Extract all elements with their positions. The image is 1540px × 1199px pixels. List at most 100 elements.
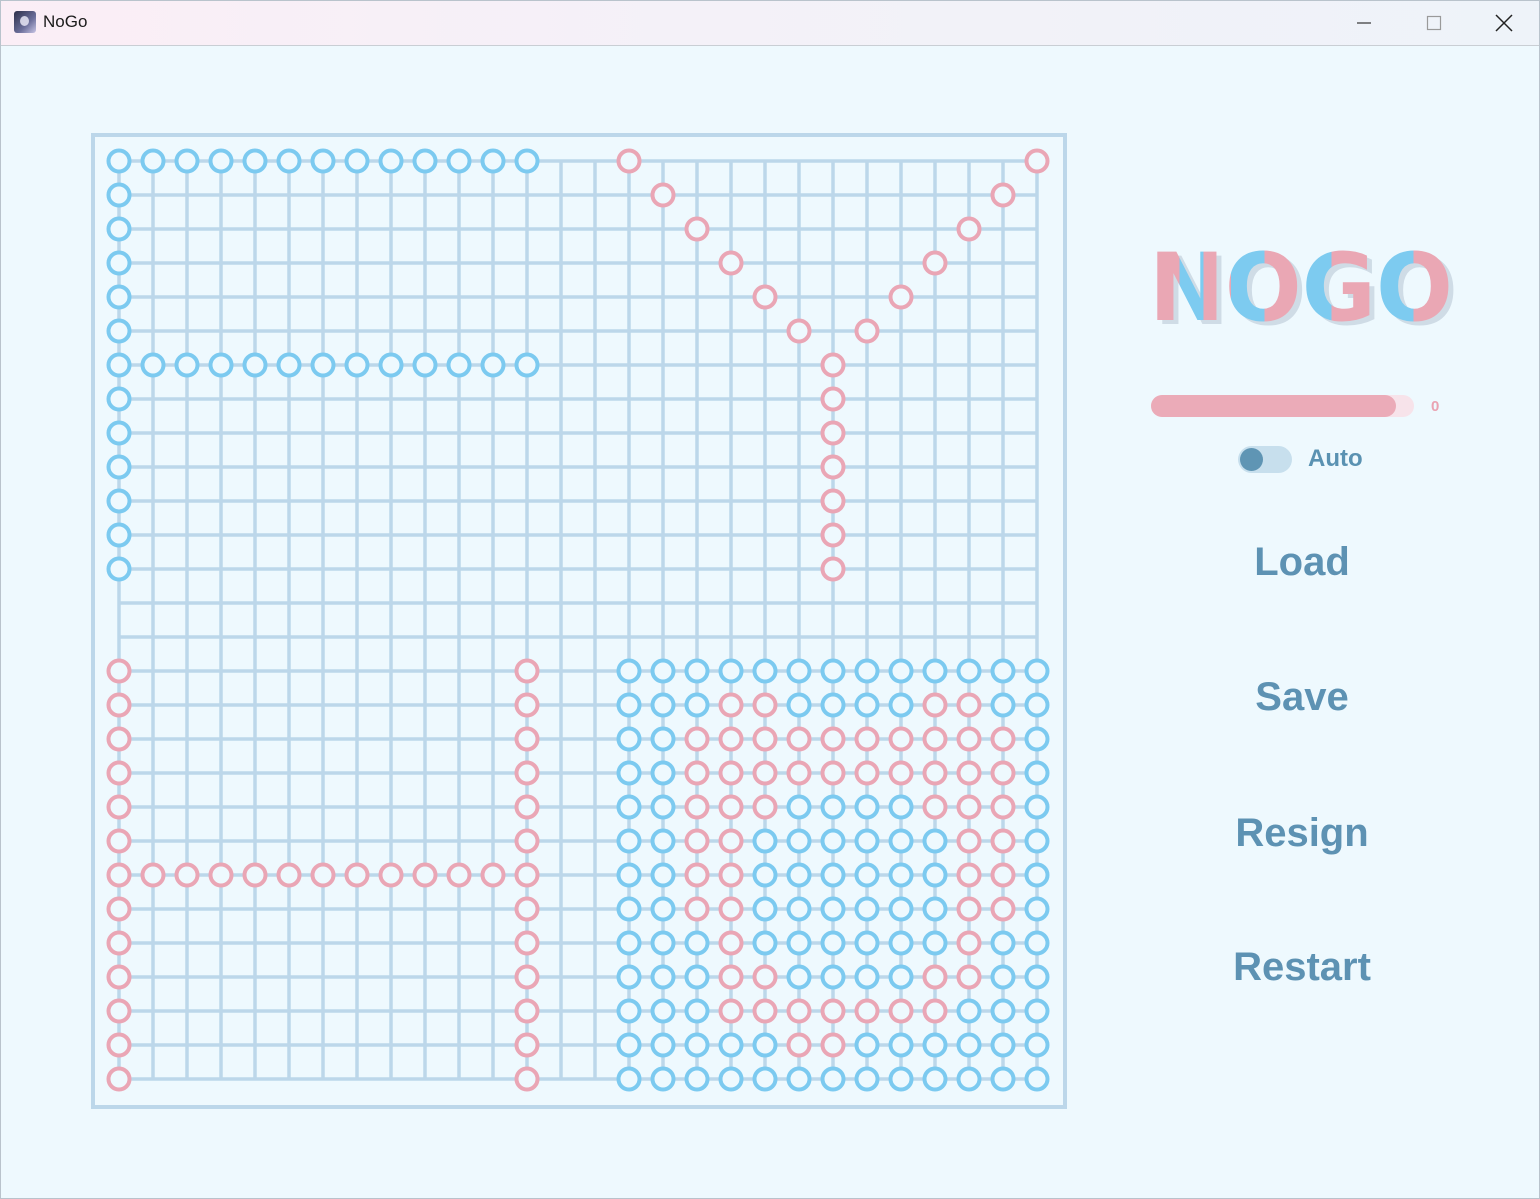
pink-stone bbox=[106, 930, 132, 956]
resign-button[interactable]: Resign bbox=[1151, 811, 1453, 856]
pink-stone bbox=[956, 726, 982, 752]
pink-stone bbox=[888, 726, 914, 752]
blue-stone bbox=[684, 1032, 710, 1058]
pink-stone bbox=[276, 862, 302, 888]
blue-stone bbox=[106, 250, 132, 276]
blue-stone bbox=[854, 862, 880, 888]
pink-stone bbox=[718, 794, 744, 820]
blue-stone bbox=[888, 1066, 914, 1092]
pink-stone bbox=[752, 692, 778, 718]
blue-stone bbox=[106, 488, 132, 514]
maximize-button[interactable] bbox=[1399, 1, 1469, 45]
blue-stone bbox=[820, 692, 846, 718]
pink-stone bbox=[174, 862, 200, 888]
blue-stone bbox=[106, 386, 132, 412]
pink-stone bbox=[956, 692, 982, 718]
blue-stone bbox=[752, 658, 778, 684]
blue-stone bbox=[174, 148, 200, 174]
pink-stone bbox=[718, 930, 744, 956]
pink-stone bbox=[106, 828, 132, 854]
blue-stone bbox=[106, 148, 132, 174]
blue-stone bbox=[990, 658, 1016, 684]
pink-stone bbox=[990, 794, 1016, 820]
pink-stone bbox=[480, 862, 506, 888]
blue-stone bbox=[650, 692, 676, 718]
blue-stone bbox=[990, 1032, 1016, 1058]
blue-stone bbox=[106, 420, 132, 446]
minimize-button[interactable] bbox=[1329, 1, 1399, 45]
pink-stone bbox=[990, 828, 1016, 854]
blue-stone bbox=[616, 760, 642, 786]
save-button[interactable]: Save bbox=[1151, 675, 1453, 720]
pink-stone bbox=[752, 964, 778, 990]
blue-stone bbox=[1024, 862, 1050, 888]
load-button[interactable]: Load bbox=[1151, 540, 1453, 585]
blue-stone bbox=[854, 1032, 880, 1058]
blue-stone bbox=[106, 182, 132, 208]
pink-stone bbox=[922, 760, 948, 786]
blue-stone bbox=[752, 1066, 778, 1092]
pink-stone bbox=[106, 998, 132, 1024]
pink-stone bbox=[820, 522, 846, 548]
blue-stone bbox=[1024, 998, 1050, 1024]
pink-stone bbox=[140, 862, 166, 888]
blue-stone bbox=[650, 930, 676, 956]
blue-stone bbox=[616, 862, 642, 888]
game-board[interactable] bbox=[1, 46, 1091, 1136]
blue-stone bbox=[616, 998, 642, 1024]
blue-stone bbox=[854, 896, 880, 922]
blue-stone bbox=[106, 284, 132, 310]
blue-stone bbox=[616, 930, 642, 956]
pink-stone bbox=[514, 658, 540, 684]
auto-toggle[interactable] bbox=[1238, 446, 1292, 473]
pink-stone bbox=[956, 930, 982, 956]
blue-stone bbox=[888, 930, 914, 956]
blue-stone bbox=[786, 862, 812, 888]
app-window: NoGo NOGO NOGO 0 Auto Load Save Resign R… bbox=[0, 0, 1540, 1199]
pink-stone bbox=[820, 420, 846, 446]
blue-stone bbox=[1024, 1066, 1050, 1092]
blue-stone bbox=[106, 454, 132, 480]
blue-stone bbox=[1024, 692, 1050, 718]
minimize-icon bbox=[1357, 22, 1371, 24]
pink-stone bbox=[684, 828, 710, 854]
blue-stone bbox=[854, 828, 880, 854]
blue-stone bbox=[786, 658, 812, 684]
blue-stone bbox=[650, 760, 676, 786]
pink-stone bbox=[718, 726, 744, 752]
pink-stone bbox=[514, 964, 540, 990]
blue-stone bbox=[990, 998, 1016, 1024]
blue-stone bbox=[718, 658, 744, 684]
pink-stone bbox=[786, 1032, 812, 1058]
close-button[interactable] bbox=[1469, 1, 1539, 45]
pink-stone bbox=[718, 760, 744, 786]
pink-stone bbox=[854, 726, 880, 752]
blue-stone bbox=[786, 692, 812, 718]
blue-stone bbox=[242, 148, 268, 174]
blue-stone bbox=[854, 1066, 880, 1092]
blue-stone bbox=[650, 862, 676, 888]
pink-stone bbox=[106, 964, 132, 990]
blue-stone bbox=[208, 148, 234, 174]
blue-stone bbox=[140, 352, 166, 378]
pink-stone bbox=[106, 1032, 132, 1058]
blue-stone bbox=[888, 862, 914, 888]
blue-stone bbox=[820, 1066, 846, 1092]
restart-button[interactable]: Restart bbox=[1151, 945, 1453, 990]
blue-stone bbox=[888, 1032, 914, 1058]
blue-stone bbox=[242, 352, 268, 378]
main-content: NOGO NOGO 0 Auto Load Save Resign Restar… bbox=[1, 46, 1539, 1198]
pink-stone bbox=[956, 862, 982, 888]
pink-stone bbox=[820, 1032, 846, 1058]
blue-stone bbox=[786, 1066, 812, 1092]
pink-stone bbox=[106, 726, 132, 752]
blue-stone bbox=[752, 862, 778, 888]
blue-stone bbox=[1024, 828, 1050, 854]
pink-stone bbox=[820, 488, 846, 514]
window-title: NoGo bbox=[43, 12, 88, 31]
blue-stone bbox=[650, 658, 676, 684]
blue-stone bbox=[820, 658, 846, 684]
logo-text: NOGO bbox=[1149, 234, 1453, 334]
pink-stone bbox=[820, 352, 846, 378]
blue-stone bbox=[820, 828, 846, 854]
